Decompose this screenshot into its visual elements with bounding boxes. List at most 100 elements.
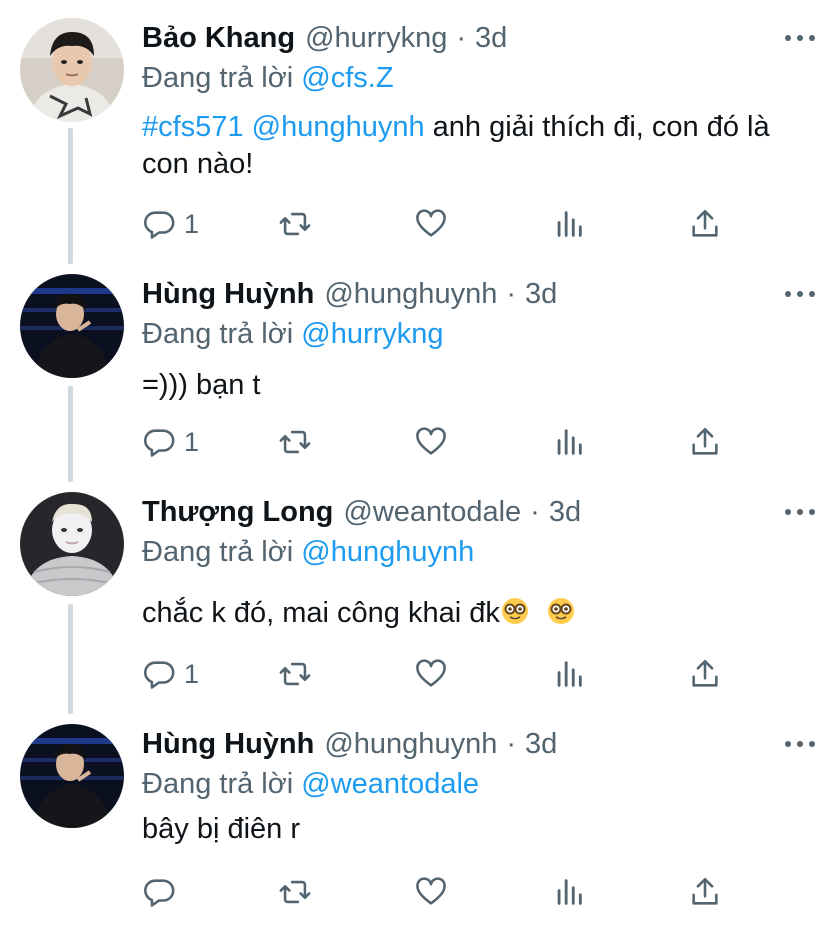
display-name[interactable]: Hùng Huỳnh bbox=[142, 724, 314, 764]
retweet-button[interactable] bbox=[278, 872, 312, 912]
display-name[interactable]: Thượng Long bbox=[142, 492, 333, 532]
tweet-header: Hùng Huỳnh @hunghuynh · 3d bbox=[142, 724, 808, 764]
share-button[interactable] bbox=[688, 654, 722, 694]
like-icon bbox=[416, 877, 446, 905]
like-button[interactable] bbox=[414, 654, 448, 694]
reply-button[interactable]: 1 bbox=[142, 654, 199, 694]
share-icon bbox=[692, 427, 718, 455]
user-handle[interactable]: @weantodale bbox=[343, 492, 521, 532]
like-icon bbox=[416, 209, 446, 237]
tweet-header: Hùng Huỳnh @hunghuynh · 3d bbox=[142, 274, 808, 314]
tweet-body: bây bị điên r bbox=[142, 813, 300, 845]
analytics-button[interactable] bbox=[552, 204, 586, 244]
reply-button[interactable]: 1 bbox=[142, 204, 199, 244]
avatar[interactable] bbox=[20, 274, 124, 378]
analytics-button[interactable] bbox=[552, 654, 586, 694]
replying-to-label: Đang trả lời bbox=[142, 318, 294, 350]
tweet-text: #cfs571 @hunghuynh anh giải thích đi, co… bbox=[142, 109, 808, 183]
thread-connector-line bbox=[68, 386, 73, 482]
tweet-header: Thượng Long @weantodale · 3d bbox=[142, 492, 808, 532]
retweet-icon bbox=[279, 880, 311, 904]
timestamp[interactable]: 3d bbox=[475, 18, 507, 58]
avatar-image bbox=[20, 724, 124, 828]
avatar-image bbox=[20, 274, 124, 378]
share-icon bbox=[692, 659, 718, 687]
display-name[interactable]: Hùng Huỳnh bbox=[142, 274, 314, 314]
nerd-face-emoji bbox=[547, 598, 574, 624]
like-button[interactable] bbox=[414, 204, 448, 244]
reply-button[interactable] bbox=[142, 872, 184, 912]
avatar[interactable] bbox=[20, 18, 124, 122]
separator-dot: · bbox=[506, 278, 516, 310]
replying-to: Đang trả lời @hunghuynh bbox=[142, 533, 808, 571]
reply-icon bbox=[144, 661, 175, 689]
retweet-icon bbox=[279, 212, 311, 236]
separator-dot: · bbox=[530, 496, 540, 528]
tweet-body: chắc k đó, mai công khai đk bbox=[142, 597, 500, 629]
avatar-image bbox=[20, 18, 124, 122]
replying-to-mention[interactable]: @hurrykng bbox=[301, 318, 443, 350]
reply-thread: Bảo Khang @hurrykng · 3d Đang trả lời @c… bbox=[0, 0, 828, 934]
replying-to: Đang trả lời @cfs.Z bbox=[142, 59, 808, 97]
replying-to-mention[interactable]: @weantodale bbox=[301, 768, 479, 800]
hashtag-link[interactable]: #cfs571 bbox=[142, 111, 244, 143]
timestamp[interactable]: 3d bbox=[525, 724, 557, 764]
reply-button[interactable]: 1 bbox=[142, 422, 199, 462]
thread-connector-line bbox=[68, 604, 73, 714]
avatar[interactable] bbox=[20, 492, 124, 596]
like-icon bbox=[416, 659, 446, 687]
tweet-actions: 1 bbox=[142, 204, 742, 244]
analytics-button[interactable] bbox=[552, 872, 586, 912]
retweet-button[interactable] bbox=[278, 422, 312, 462]
more-options-icon[interactable] bbox=[780, 22, 820, 54]
thread-connector-line bbox=[68, 128, 73, 264]
tweet-actions: 1 bbox=[142, 654, 742, 694]
share-icon bbox=[692, 877, 718, 905]
replying-to: Đang trả lời @hurrykng bbox=[142, 315, 808, 353]
retweet-icon bbox=[279, 430, 311, 454]
more-options-icon[interactable] bbox=[780, 728, 820, 760]
user-handle[interactable]: @hunghuynh bbox=[324, 724, 497, 764]
separator-dot: · bbox=[506, 728, 516, 760]
tweet-header: Bảo Khang @hurrykng · 3d bbox=[142, 18, 808, 58]
share-button[interactable] bbox=[688, 872, 722, 912]
mention-link[interactable]: @hunghuynh bbox=[252, 111, 425, 143]
like-icon bbox=[416, 427, 446, 455]
analytics-icon bbox=[557, 211, 582, 237]
tweet-text: =))) bạn t bbox=[142, 367, 808, 404]
share-button[interactable] bbox=[688, 422, 722, 462]
user-handle[interactable]: @hurrykng bbox=[305, 18, 447, 58]
more-options-icon[interactable] bbox=[780, 496, 820, 528]
more-options-icon[interactable] bbox=[780, 278, 820, 310]
share-icon bbox=[692, 209, 718, 237]
reply-count: 1 bbox=[184, 658, 200, 689]
like-button[interactable] bbox=[414, 422, 448, 462]
tweet-body: =))) bạn t bbox=[142, 369, 261, 401]
analytics-icon bbox=[557, 879, 582, 905]
tweet-text: bây bị điên r bbox=[142, 811, 808, 848]
tweet-text: chắc k đó, mai công khai đk bbox=[142, 595, 808, 632]
reply-icon bbox=[144, 429, 175, 457]
like-button[interactable] bbox=[414, 872, 448, 912]
analytics-icon bbox=[557, 661, 582, 687]
tweet-actions bbox=[142, 872, 742, 912]
reply-icon bbox=[144, 211, 175, 239]
avatar[interactable] bbox=[20, 724, 124, 828]
separator-dot: · bbox=[456, 22, 467, 54]
replying-to-mention[interactable]: @hunghuynh bbox=[301, 536, 474, 568]
user-handle[interactable]: @hunghuynh bbox=[324, 274, 497, 314]
retweet-icon bbox=[279, 662, 311, 686]
analytics-icon bbox=[557, 429, 582, 455]
retweet-button[interactable] bbox=[278, 654, 312, 694]
display-name[interactable]: Bảo Khang bbox=[142, 18, 295, 58]
nerd-face-emoji bbox=[501, 598, 528, 624]
timestamp[interactable]: 3d bbox=[525, 274, 557, 314]
replying-to-label: Đang trả lời bbox=[142, 536, 294, 568]
reply-count: 1 bbox=[184, 208, 200, 239]
analytics-button[interactable] bbox=[552, 422, 586, 462]
retweet-button[interactable] bbox=[278, 204, 312, 244]
timestamp[interactable]: 3d bbox=[549, 492, 581, 532]
replying-to-label: Đang trả lời bbox=[142, 62, 294, 94]
replying-to-mention[interactable]: @cfs.Z bbox=[301, 62, 393, 94]
share-button[interactable] bbox=[688, 204, 722, 244]
